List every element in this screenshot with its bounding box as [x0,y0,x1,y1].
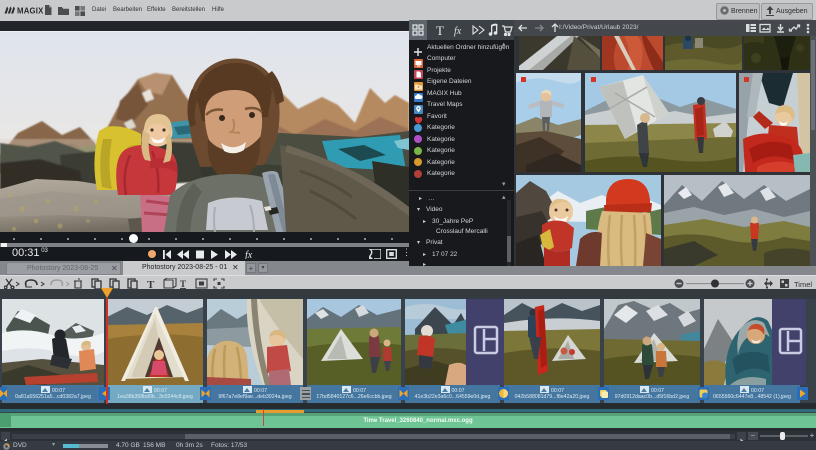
svg-text:Timeline: Timeline [794,280,812,289]
svg-text:fx: fx [454,26,462,37]
svg-text:T: T [180,279,186,289]
svg-text:T: T [436,23,444,38]
svg-text:T: T [147,279,155,289]
svg-text:fx: fx [245,250,253,259]
svg-text:MAGIX: MAGIX [17,7,44,16]
